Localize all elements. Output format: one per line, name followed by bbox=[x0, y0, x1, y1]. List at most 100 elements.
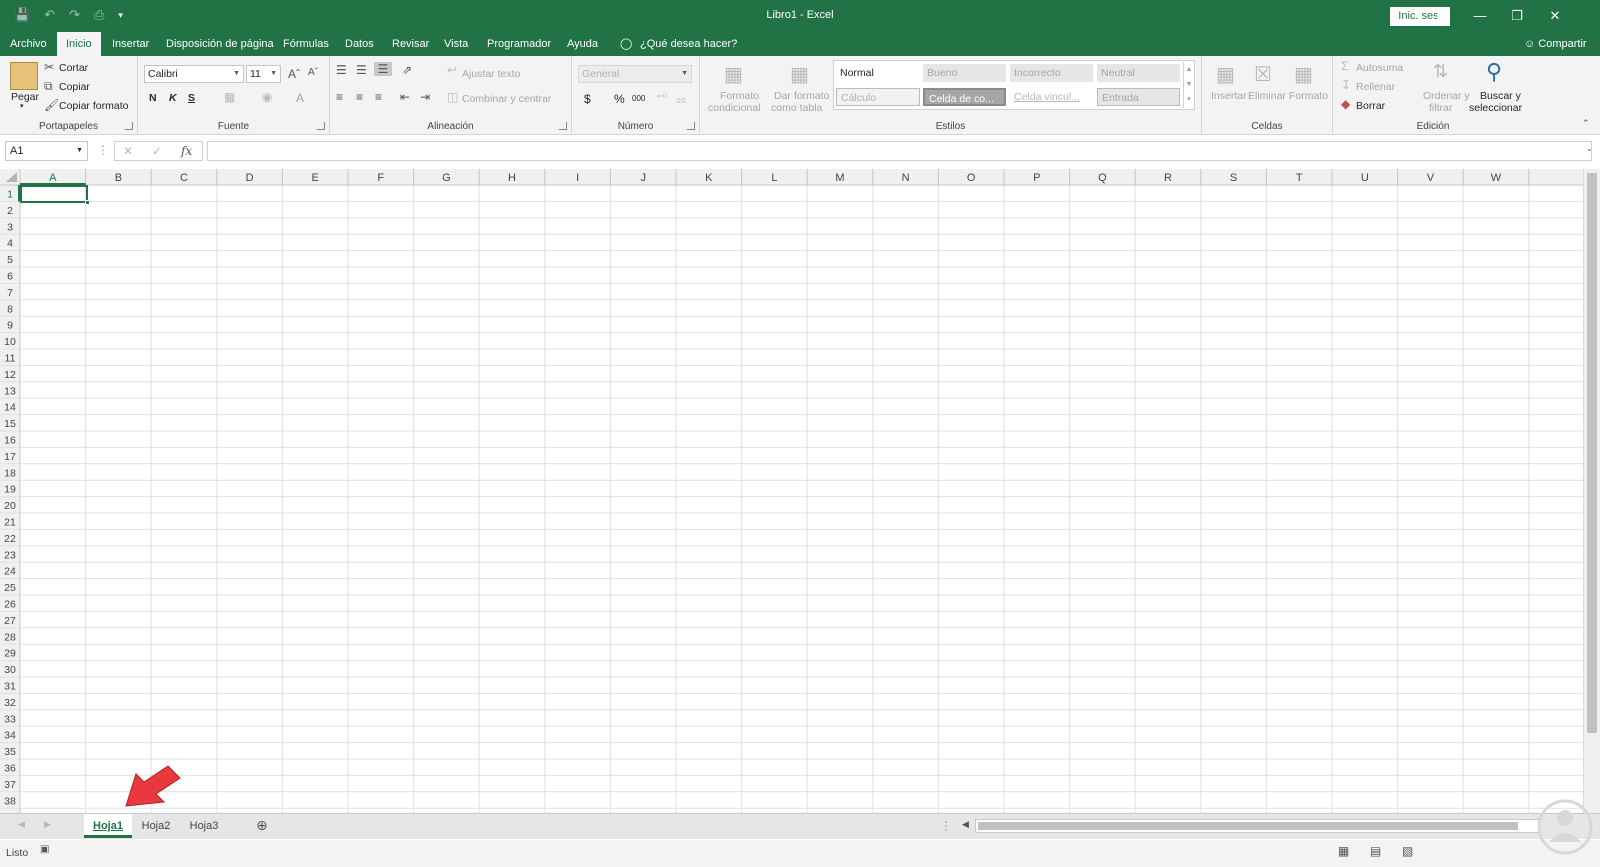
tab-inicio[interactable]: Inicio bbox=[57, 32, 101, 56]
column-header[interactable]: H bbox=[508, 172, 516, 184]
row-header[interactable]: 38 bbox=[4, 795, 16, 807]
expand-formula-bar-icon[interactable]: ⌄ bbox=[1586, 144, 1593, 153]
style-neutral[interactable]: Neutral bbox=[1097, 64, 1180, 82]
font-launcher-icon[interactable] bbox=[317, 122, 325, 130]
number-format-select[interactable]: General ▼ bbox=[578, 65, 692, 83]
column-header[interactable]: N bbox=[902, 172, 910, 184]
tab-datos[interactable]: Datos bbox=[345, 32, 374, 56]
align-left-icon[interactable]: ≡ bbox=[336, 90, 343, 104]
add-sheet-icon[interactable]: ⊕ bbox=[256, 817, 268, 834]
find-select-button[interactable]: Buscar y bbox=[1480, 90, 1521, 102]
tell-me-search[interactable]: ¿Qué desea hacer? bbox=[640, 32, 737, 56]
tab-revisar[interactable]: Revisar bbox=[392, 32, 429, 56]
sheet-tab-hoja3[interactable]: Hoja3 bbox=[182, 814, 226, 838]
style-normal[interactable]: Normal bbox=[836, 64, 920, 82]
row-header[interactable]: 37 bbox=[4, 779, 16, 791]
row-header[interactable]: 31 bbox=[4, 681, 16, 693]
tab-disposicion[interactable]: Disposición de página bbox=[166, 32, 274, 56]
row-header[interactable]: 13 bbox=[4, 385, 16, 397]
style-calculo[interactable]: Cálculo bbox=[836, 88, 920, 106]
align-bottom-icon[interactable]: ☰ bbox=[374, 62, 392, 76]
row-header[interactable]: 3 bbox=[7, 221, 13, 233]
format-as-table-button[interactable]: Dar formato bbox=[774, 90, 829, 102]
decrease-font-icon[interactable]: Aˇ bbox=[308, 67, 318, 78]
copy-button[interactable]: Copiar bbox=[59, 81, 90, 93]
share-button[interactable]: ☺ Compartir bbox=[1524, 32, 1587, 56]
increase-indent-icon[interactable]: ⇥ bbox=[420, 90, 430, 104]
increase-decimal-icon[interactable]: ⁼⁰ bbox=[656, 91, 667, 105]
column-header[interactable]: C bbox=[180, 172, 188, 184]
fill-color-icon[interactable]: ◉ bbox=[262, 90, 272, 104]
cancel-entry-icon[interactable]: ✕ bbox=[123, 144, 133, 158]
delete-cells-button[interactable]: Eliminar bbox=[1248, 90, 1286, 102]
row-header[interactable]: 7 bbox=[7, 287, 13, 299]
column-header[interactable]: M bbox=[835, 172, 844, 184]
number-launcher-icon[interactable] bbox=[687, 122, 695, 130]
row-header[interactable]: 25 bbox=[4, 582, 16, 594]
row-header[interactable]: 19 bbox=[4, 484, 16, 496]
conditional-format-button[interactable]: Formato bbox=[720, 90, 759, 102]
tab-ayuda[interactable]: Ayuda bbox=[567, 32, 598, 56]
row-header[interactable]: 30 bbox=[4, 664, 16, 676]
wrap-text-button[interactable]: Ajustar texto bbox=[462, 68, 520, 80]
find-select-button-line2[interactable]: seleccionar bbox=[1469, 102, 1522, 114]
paste-dropdown-icon[interactable]: ▾ bbox=[20, 102, 24, 110]
tab-archivo[interactable]: Archivo bbox=[10, 32, 47, 56]
column-header[interactable]: S bbox=[1230, 172, 1237, 184]
percent-button[interactable]: % bbox=[614, 92, 625, 106]
row-header[interactable]: 20 bbox=[4, 500, 16, 512]
row-header[interactable]: 24 bbox=[4, 566, 16, 578]
increase-font-icon[interactable]: Aˆ bbox=[288, 67, 300, 81]
row-header[interactable]: 11 bbox=[5, 353, 16, 365]
row-header[interactable]: 12 bbox=[4, 369, 16, 381]
align-middle-icon[interactable]: ☰ bbox=[356, 63, 367, 77]
borders-icon[interactable]: ▦ bbox=[224, 90, 235, 104]
selected-cell[interactable] bbox=[20, 185, 88, 203]
row-header[interactable]: 14 bbox=[4, 402, 16, 414]
row-header[interactable]: 33 bbox=[4, 713, 16, 725]
alignment-launcher-icon[interactable] bbox=[559, 122, 567, 130]
tabs-splitter-icon[interactable]: ⋮ bbox=[940, 819, 952, 833]
style-celda-comprobacion[interactable]: Celda de co... bbox=[923, 88, 1006, 106]
column-header[interactable]: D bbox=[246, 172, 254, 184]
row-header[interactable]: 35 bbox=[4, 746, 16, 758]
font-name-select[interactable]: Calibri ▼ bbox=[144, 65, 244, 83]
row-header[interactable]: 23 bbox=[4, 549, 16, 561]
format-painter-button[interactable]: Copiar formato bbox=[59, 100, 128, 112]
row-header[interactable]: 17 bbox=[4, 451, 16, 463]
insert-cells-button[interactable]: Insertar bbox=[1211, 90, 1247, 102]
horizontal-scroll-thumb[interactable] bbox=[978, 822, 1518, 830]
row-header[interactable]: 9 bbox=[7, 320, 13, 332]
cut-button[interactable]: Cortar bbox=[59, 62, 88, 74]
fill-button[interactable]: Rellenar bbox=[1356, 81, 1395, 93]
restore-icon[interactable]: ❐ bbox=[1502, 6, 1532, 26]
font-size-select[interactable]: 11 ▼ bbox=[246, 65, 281, 83]
row-header[interactable]: 18 bbox=[4, 467, 16, 479]
currency-button[interactable]: $ bbox=[584, 92, 591, 106]
row-header[interactable]: 5 bbox=[7, 254, 13, 266]
italic-button[interactable]: K bbox=[169, 92, 177, 104]
row-header[interactable]: 4 bbox=[7, 238, 13, 250]
vertical-scroll-thumb[interactable] bbox=[1587, 173, 1597, 733]
column-header[interactable]: O bbox=[967, 172, 976, 184]
bold-button[interactable]: N bbox=[149, 92, 157, 104]
align-center-icon[interactable]: ≡ bbox=[356, 90, 363, 104]
row-header[interactable]: 34 bbox=[4, 730, 16, 742]
style-entrada[interactable]: Entrada bbox=[1097, 88, 1180, 106]
column-header[interactable]: W bbox=[1491, 172, 1502, 184]
paste-icon[interactable] bbox=[10, 62, 38, 90]
row-header[interactable]: 27 bbox=[4, 615, 16, 627]
minimize-icon[interactable]: — bbox=[1465, 6, 1495, 26]
underline-button[interactable]: S bbox=[188, 92, 195, 104]
row-header[interactable]: 10 bbox=[4, 336, 16, 348]
format-cells-button[interactable]: Formato bbox=[1289, 90, 1328, 102]
clear-button[interactable]: Borrar bbox=[1356, 100, 1385, 112]
fill-handle[interactable] bbox=[85, 200, 90, 205]
row-header[interactable]: 28 bbox=[4, 631, 16, 643]
scroll-left-icon[interactable]: ◀ bbox=[962, 819, 969, 830]
column-header[interactable]: F bbox=[377, 172, 384, 184]
column-header[interactable]: P bbox=[1033, 172, 1040, 184]
close-icon[interactable]: ✕ bbox=[1540, 6, 1570, 26]
row-header[interactable]: 6 bbox=[7, 271, 13, 283]
paste-button[interactable]: Pegar bbox=[11, 91, 39, 103]
